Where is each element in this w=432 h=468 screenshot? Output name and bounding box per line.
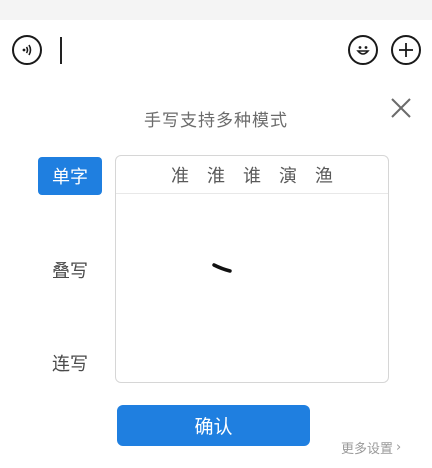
candidate-item[interactable]: 演 [279,162,297,188]
chevron-right-icon: › [396,439,402,455]
more-settings-label: 更多设置 [341,441,394,457]
handwriting-panel: 手写支持多种模式 单字 叠写 连写 准 淮 谁 演 渔 确认 更多设置 › [0,82,432,468]
input-bar [0,20,432,82]
candidate-item[interactable]: 准 [171,162,189,188]
handwriting-hint: 手写支持多种模式 [144,111,288,131]
mode-overlap-button[interactable]: 叠写 [38,251,102,289]
emoji-icon[interactable] [348,35,378,65]
mode-continuous-button[interactable]: 连写 [38,344,102,382]
mode-single-char-button[interactable]: 单字 [38,157,102,195]
confirm-button[interactable]: 确认 [117,405,310,446]
plus-icon[interactable] [391,35,421,65]
voice-input-icon[interactable] [12,35,42,65]
candidate-item[interactable]: 淮 [207,162,225,188]
status-strip [0,0,432,20]
ink-stroke [212,263,232,273]
more-settings-link[interactable]: 更多设置 › [341,438,402,457]
close-icon[interactable] [389,96,413,120]
candidate-item[interactable]: 谁 [243,162,261,188]
handwriting-pad[interactable]: 准 淮 谁 演 渔 [115,155,389,383]
candidate-item[interactable]: 渔 [315,162,333,188]
candidate-bar: 准 淮 谁 演 渔 [116,156,388,194]
text-cursor[interactable] [60,37,62,64]
